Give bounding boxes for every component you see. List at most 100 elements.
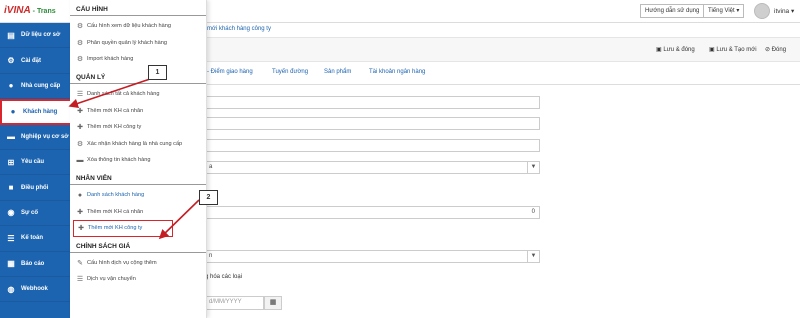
list-icon: ☰ [76, 91, 84, 99]
menu-item-all-customers[interactable]: ☰ Danh sách tất cả khách hàng [70, 86, 206, 103]
app-logo[interactable]: iVINA - Trans [4, 5, 56, 16]
calendar-icon[interactable]: ▦ [264, 296, 282, 310]
user-guide-button[interactable]: Hướng dẫn sử dụng [640, 4, 705, 18]
menu-item-view-config[interactable]: ⚙ Cấu hình xem dữ liệu khách hàng [70, 18, 206, 35]
gear-icon: ⚙ [76, 140, 84, 148]
menu-item-import[interactable]: ⚙ Import khách hàng [70, 51, 206, 68]
goods-type-label: g hóa các loại [205, 274, 243, 280]
menu-item-label: Xóa thông tin khách hàng [87, 157, 151, 164]
sidebar-item-label: Yêu cầu [21, 159, 45, 166]
user-icon: ● [8, 81, 14, 91]
menu-item-label: Danh sách tất cả khách hàng [87, 91, 160, 98]
sidebar-item-label: Dữ liệu cơ sở [21, 32, 61, 39]
breadcrumb[interactable]: mới khách hàng công ty [207, 26, 271, 32]
save-new-label: Lưu & Tạo mới [716, 47, 757, 53]
sidebar-item-suppliers[interactable]: ● Nhà cung cấp [0, 74, 72, 100]
select-field-1[interactable]: a ▼ [205, 161, 540, 174]
close-icon: ⊘ [765, 47, 772, 53]
menu-item-add-individual[interactable]: ✚ Thêm mới KH cá nhân [70, 102, 206, 119]
sidebar-item-settings[interactable]: ⚙ Cài đặt [0, 48, 72, 74]
list-icon: ☰ [7, 233, 15, 243]
language-select[interactable]: Tiếng Việt ▾ [703, 4, 745, 18]
menu-item-addon-services[interactable]: ✎ Cấu hình dịch vụ cộng thêm [70, 255, 206, 272]
text-field-3[interactable] [205, 139, 540, 152]
sidebar-item-base-data[interactable]: ▤ Dữ liệu cơ sở [0, 23, 72, 49]
callout-2: 2 [199, 190, 218, 205]
menu-item-label: Cấu hình xem dữ liệu khách hàng [87, 23, 171, 30]
cart-icon: ⊞ [7, 157, 15, 167]
add-user-icon: ✚ [77, 107, 83, 115]
menu-item-label: Xác nhận khách hàng là nhà cung cấp [87, 140, 183, 147]
select-field-2[interactable]: n ▼ [205, 250, 540, 263]
menu-item-label: Thêm mới KH cá nhân [87, 107, 144, 114]
date-input[interactable]: d/MM/YYYY [205, 296, 264, 310]
logo-text: iVINA [4, 5, 31, 16]
menu-item-permissions[interactable]: ⚙ Phân quyền quản lý khách hàng [70, 35, 206, 52]
menu-item-add-company[interactable]: ✚ Thêm mới KH công ty [70, 119, 206, 136]
sidebar-item-dispatch[interactable]: ■ Điều phối [0, 175, 72, 201]
globe-icon: ◍ [7, 284, 15, 294]
table-icon: ▦ [7, 259, 15, 269]
save-new-button[interactable]: ▣ Lưu & Tạo mới [709, 46, 757, 53]
number-field[interactable]: 0 [205, 206, 540, 219]
chevron-down-icon: ▼ [527, 251, 539, 262]
minus-icon: ▬ [76, 156, 84, 164]
tab-delivery-points[interactable]: - Điểm giao hàng [207, 69, 253, 75]
sidebar-item-reports[interactable]: ▦ Báo cáo [0, 252, 72, 277]
sidebar-item-label: Báo cáo [21, 260, 45, 267]
menu-item-label: Thêm mới KH cá nhân [87, 208, 144, 215]
tab-products[interactable]: Sản phẩm [324, 69, 351, 75]
sidebar-item-customers[interactable]: ● Khách hàng [0, 99, 72, 125]
sidebar-item-label: Nhà cung cấp [21, 82, 61, 89]
sidebar-item-label: Cài đặt [21, 57, 42, 64]
gear-icon: ⚙ [76, 56, 84, 64]
number-value: 0 [531, 209, 535, 215]
select-value: a [209, 164, 213, 170]
text-field-2[interactable] [205, 117, 540, 130]
menu-item-label: Phân quyền quản lý khách hàng [87, 39, 167, 46]
customer-flyout-menu: CẤU HÌNH ⚙ Cấu hình xem dữ liệu khách hàn… [70, 0, 207, 318]
users-icon: ● [77, 191, 83, 199]
avatar[interactable] [754, 3, 770, 19]
sidebar-item-label: Nghiệp vụ cơ sở [21, 133, 69, 140]
sidebar-item-operations[interactable]: ▬ Nghiệp vụ cơ sở [0, 125, 72, 150]
sidebar-item-label: Điều phối [21, 184, 49, 191]
menu-item-confirm-supplier[interactable]: ⚙ Xác nhận khách hàng là nhà cung cấp [70, 136, 206, 153]
menu-item-shipping-services[interactable]: ☰ Dịch vụ vận chuyển [70, 271, 206, 288]
tab-bank-accounts[interactable]: Tài khoản ngân hàng [369, 69, 425, 75]
save-close-button[interactable]: ▣ Lưu & đóng [656, 46, 695, 53]
menu-item-label: Import khách hàng [87, 56, 134, 63]
menu-item-staff-add-individual[interactable]: ✚ Thêm mới KH cá nhân [70, 203, 206, 220]
sidebar-item-requests[interactable]: ⊞ Yêu cầu [0, 150, 72, 176]
menu-item-staff-customers[interactable]: ● Danh sách khách hàng [70, 187, 206, 204]
text-field-1[interactable] [205, 96, 540, 109]
close-button[interactable]: ⊘ Đóng [765, 46, 786, 53]
select-value: n [209, 253, 213, 259]
sidebar-item-incidents[interactable]: ◉ Sự cố [0, 201, 72, 227]
user-icon: ● [10, 107, 16, 117]
sidebar-item-webhook[interactable]: ◍ Webhook [0, 277, 72, 303]
close-label: Đóng [771, 47, 787, 53]
menu-item-delete-customer[interactable]: ▬ Xóa thông tin khách hàng [70, 152, 206, 169]
sidebar-item-accounting[interactable]: ☰ Kế toán [0, 226, 72, 252]
gear-icon: ⚙ [7, 56, 15, 66]
list-icon: ☰ [76, 276, 84, 284]
menu-item-staff-add-company[interactable]: ✚ Thêm mới KH công ty [73, 219, 173, 237]
add-user-icon: ✚ [77, 124, 83, 132]
wrench-icon: ✎ [77, 259, 83, 267]
tab-routes[interactable]: Tuyến đường [272, 69, 308, 75]
menu-item-label: Thêm mới KH công ty [87, 124, 142, 131]
sidebar-item-label: Khách hàng [23, 108, 58, 115]
gear-icon: ⚙ [76, 39, 84, 47]
box-icon: ■ [8, 183, 14, 193]
section-pricing: CHÍNH SÁCH GIÁ [70, 237, 206, 253]
add-user-icon: ✚ [78, 225, 84, 233]
callout-1: 1 [148, 65, 167, 80]
sidebar: ▤ Dữ liệu cơ sở ⚙ Cài đặt ● Nhà cung cấp ● K… [0, 23, 72, 318]
logo-subtext: - Trans [32, 8, 56, 15]
section-staff: NHÂN VIÊN [70, 169, 206, 185]
username-menu[interactable]: itvina ▾ [774, 7, 794, 15]
menu-item-label: Dịch vụ vận chuyển [87, 276, 136, 283]
sidebar-item-label: Sự cố [21, 209, 39, 216]
add-user-icon: ✚ [77, 208, 83, 216]
